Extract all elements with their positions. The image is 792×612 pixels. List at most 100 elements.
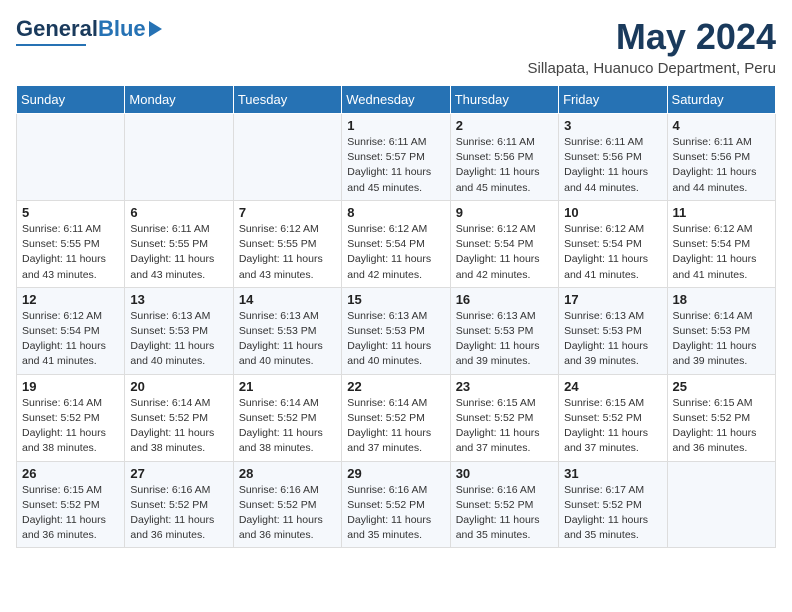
sunrise-text: Sunrise: 6:12 AM [673,223,753,235]
table-row: 17 Sunrise: 6:13 AM Sunset: 5:53 PM Dayligh… [559,287,667,374]
sunrise-text: Sunrise: 6:15 AM [456,397,536,409]
sunrise-text: Sunrise: 6:16 AM [239,484,319,496]
sunrise-text: Sunrise: 6:13 AM [456,310,536,322]
sunrise-text: Sunrise: 6:15 AM [22,484,102,496]
daylight-text: Daylight: 11 hours and 35 minutes. [564,514,648,541]
daylight-text: Daylight: 11 hours and 40 minutes. [130,340,214,367]
calendar-week-1: 1Sunrise: 6:11 AMSunset: 5:57 PMDaylight… [17,114,776,201]
daylight-text: Daylight: 11 hours and 39 minutes. [456,340,540,367]
day-info: Sunrise: 6:11 AMSunset: 5:55 PMDaylight:… [130,222,227,283]
daylight-text: Daylight: 11 hours and 36 minutes. [130,514,214,541]
sunrise-text: Sunrise: 6:14 AM [130,397,210,409]
daylight-text: Daylight: 11 hours and 45 minutes. [456,166,540,193]
sunset-text: Sunset: 5:52 PM [239,412,317,424]
sunset-text: Sunset: 5:55 PM [130,238,208,250]
table-row: 8Sunrise: 6:12 AMSunset: 5:54 PMDaylight… [342,200,450,287]
sunrise-text: Sunrise: 6:13 AM [130,310,210,322]
daylight-text: Daylight: 11 hours and 44 minutes. [673,166,757,193]
day-number: 29 [347,466,444,481]
table-row: 12Sunrise: 6:12 AMSunset: 5:54 PMDayligh… [17,287,125,374]
sunrise-text: Sunrise: 6:16 AM [347,484,427,496]
daylight-text: Daylight: 11 hours and 37 minutes. [347,427,431,454]
col-saturday: Saturday [667,86,775,114]
daylight-text: Daylight: 11 hours and 40 minutes. [347,340,431,367]
table-row: 31Sunrise: 6:17 AMSunset: 5:52 PMDayligh… [559,461,667,548]
table-row: 13Sunrise: 6:13 AMSunset: 5:53 PMDayligh… [125,287,233,374]
calendar-week-3: 12Sunrise: 6:12 AMSunset: 5:54 PMDayligh… [17,287,776,374]
day-info: Sunrise: 6:16 AMSunset: 5:52 PMDaylight:… [347,483,444,544]
logo: General Blue [16,16,162,46]
day-info: Sunrise: 6:15 AM Sunset: 5:52 PM Daylight:… [456,396,553,457]
table-row: 19Sunrise: 6:14 AMSunset: 5:52 PMDayligh… [17,374,125,461]
table-row: 3Sunrise: 6:11 AMSunset: 5:56 PMDaylight… [559,114,667,201]
calendar-week-5: 26Sunrise: 6:15 AMSunset: 5:52 PMDayligh… [17,461,776,548]
day-number: 11 [673,205,770,220]
col-friday: Friday [559,86,667,114]
sunset-text: Sunset: 5:53 PM [564,325,642,337]
sunrise-text: Sunrise: 6:13 AM [239,310,319,322]
day-number: 23 [456,379,553,394]
day-info: Sunrise: 6:11 AMSunset: 5:56 PMDaylight:… [673,135,770,196]
sunrise-text: Sunrise: 6:13 AM [564,310,644,322]
table-row [233,114,341,201]
daylight-text: Daylight: 11 hours and 39 minutes. [564,340,648,367]
day-number: 30 [456,466,553,481]
day-info: Sunrise: 6:12 AMSunset: 5:54 PMDaylight:… [564,222,661,283]
daylight-text: Daylight: 11 hours and 41 minutes. [564,253,648,280]
day-info: Sunrise: 6:15 AM Sunset: 5:52 PM Daylight:… [22,483,119,544]
sunset-text: Sunset: 5:53 PM [347,325,425,337]
sunset-text: Sunset: 5:52 PM [564,499,642,511]
day-number: 17 [564,292,661,307]
table-row: 15Sunrise: 6:13 AMSunset: 5:53 PMDayligh… [342,287,450,374]
daylight-text: Daylight: 11 hours and 36 minutes. [673,427,757,454]
table-row: 10Sunrise: 6:12 AMSunset: 5:54 PMDayligh… [559,200,667,287]
sunrise-text: Sunrise: 6:14 AM [239,397,319,409]
day-info: Sunrise: 6:16 AMSunset: 5:52 PMDaylight:… [239,483,336,544]
day-number: 14 [239,292,336,307]
sunset-text: Sunset: 5:54 PM [673,238,751,250]
day-info: Sunrise: 6:15 AMSunset: 5:52 PMDaylight:… [673,396,770,457]
day-number: 16 [456,292,553,307]
table-row: 16 Sunrise: 6:13 AM Sunset: 5:53 PM Dayligh… [450,287,558,374]
daylight-text: Daylight: 11 hours and 44 minutes. [564,166,648,193]
sunset-text: Sunset: 5:52 PM [347,412,425,424]
sunset-text: Sunset: 5:52 PM [22,499,100,511]
sunset-text: Sunset: 5:52 PM [456,412,534,424]
day-info: Sunrise: 6:16 AMSunset: 5:52 PMDaylight:… [456,483,553,544]
sunset-text: Sunset: 5:52 PM [22,412,100,424]
sunset-text: Sunset: 5:56 PM [456,151,534,163]
table-row: 9Sunrise: 6:12 AMSunset: 5:54 PMDaylight… [450,200,558,287]
daylight-text: Daylight: 11 hours and 39 minutes. [673,340,757,367]
daylight-text: Daylight: 11 hours and 37 minutes. [564,427,648,454]
day-number: 12 [22,292,119,307]
daylight-text: Daylight: 11 hours and 38 minutes. [22,427,106,454]
table-row: 23 Sunrise: 6:15 AM Sunset: 5:52 PM Dayligh… [450,374,558,461]
sunset-text: Sunset: 5:53 PM [456,325,534,337]
daylight-text: Daylight: 11 hours and 43 minutes. [130,253,214,280]
sunrise-text: Sunrise: 6:13 AM [347,310,427,322]
sunrise-text: Sunrise: 6:14 AM [347,397,427,409]
sunset-text: Sunset: 5:52 PM [456,499,534,511]
day-info: Sunrise: 6:17 AMSunset: 5:52 PMDaylight:… [564,483,661,544]
table-row: 20Sunrise: 6:14 AMSunset: 5:52 PMDayligh… [125,374,233,461]
daylight-text: Daylight: 11 hours and 36 minutes. [22,514,106,541]
table-row [125,114,233,201]
day-info: Sunrise: 6:12 AMSunset: 5:54 PMDaylight:… [673,222,770,283]
day-info: Sunrise: 6:11 AMSunset: 5:56 PMDaylight:… [456,135,553,196]
table-row: 24Sunrise: 6:15 AMSunset: 5:52 PMDayligh… [559,374,667,461]
sunrise-text: Sunrise: 6:15 AM [673,397,753,409]
col-tuesday: Tuesday [233,86,341,114]
sunset-text: Sunset: 5:56 PM [564,151,642,163]
calendar-week-4: 19Sunrise: 6:14 AMSunset: 5:52 PMDayligh… [17,374,776,461]
table-row: 14Sunrise: 6:13 AMSunset: 5:53 PMDayligh… [233,287,341,374]
day-info: Sunrise: 6:14 AMSunset: 5:52 PMDaylight:… [239,396,336,457]
daylight-text: Daylight: 11 hours and 35 minutes. [456,514,540,541]
sunrise-text: Sunrise: 6:12 AM [564,223,644,235]
day-info: Sunrise: 6:11 AMSunset: 5:55 PMDaylight:… [22,222,119,283]
table-row [17,114,125,201]
daylight-text: Daylight: 11 hours and 37 minutes. [456,427,540,454]
sunset-text: Sunset: 5:55 PM [22,238,100,250]
table-row: 30 Sunrise: 6:16 AMSunset: 5:52 PMDayligh… [450,461,558,548]
day-info: Sunrise: 6:14 AMSunset: 5:52 PMDaylight:… [130,396,227,457]
table-row: 2Sunrise: 6:11 AMSunset: 5:56 PMDaylight… [450,114,558,201]
